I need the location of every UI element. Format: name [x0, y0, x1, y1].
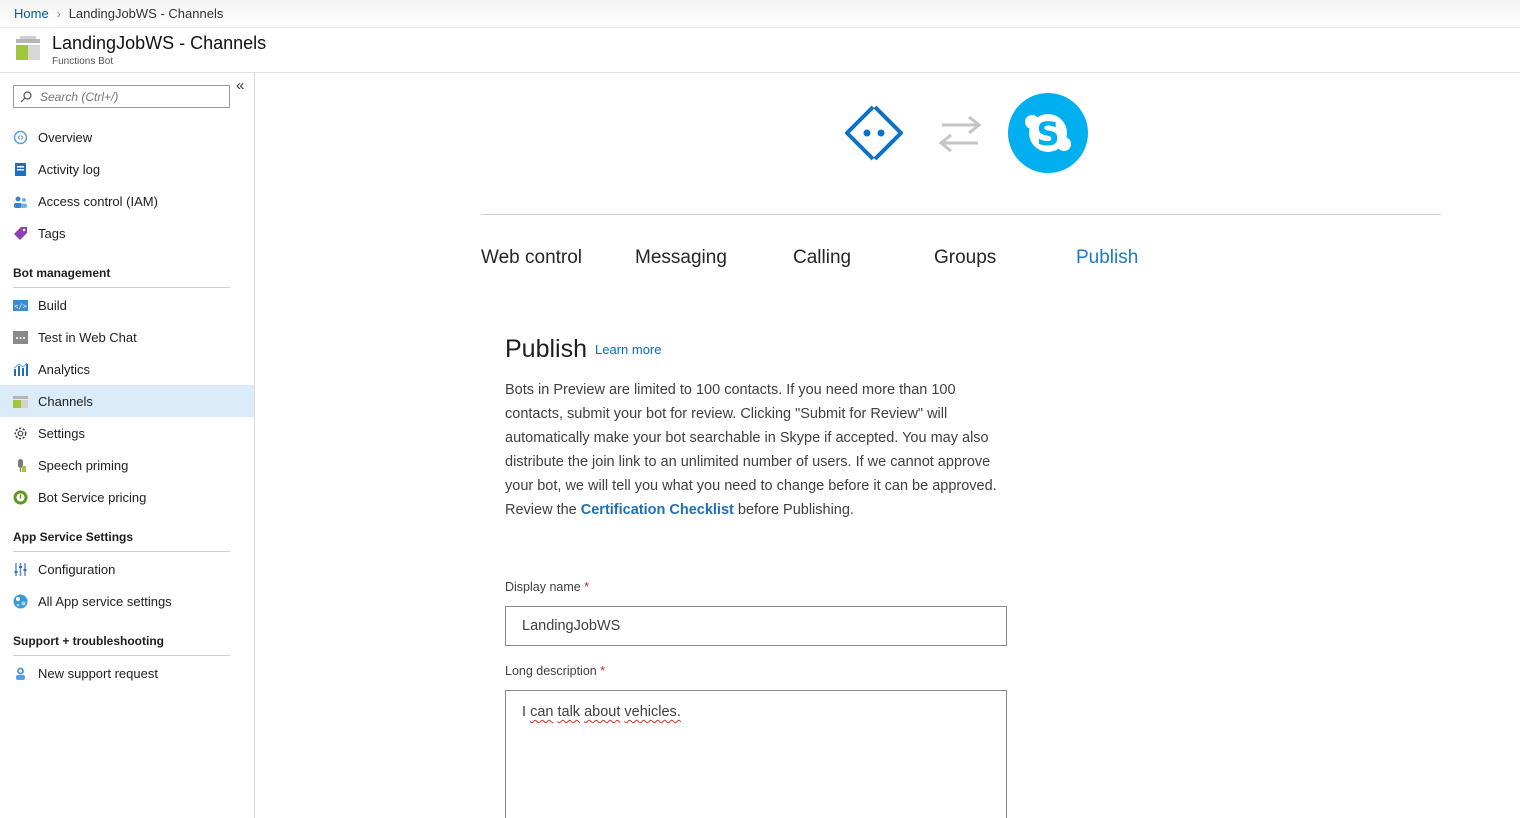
collapse-sidebar-button[interactable]: «: [236, 77, 244, 94]
sidebar-item-bot-service-pricing[interactable]: Bot Service pricing: [0, 481, 254, 513]
sidebar-item-label: Channels: [38, 393, 93, 409]
sidebar-item-channels[interactable]: Channels: [0, 385, 254, 417]
certification-checklist-link[interactable]: Certification Checklist: [581, 502, 734, 518]
sidebar-item-label: Overview: [38, 129, 93, 145]
webchat-icon: [13, 330, 28, 345]
sidebar-item-label: Configuration: [38, 561, 116, 577]
app-service-icon: [13, 594, 28, 609]
sidebar-item-label: Speech priming: [38, 457, 129, 473]
sidebar-item-analytics[interactable]: Analytics: [0, 353, 254, 385]
sidebar-item-label: Access control (IAM): [38, 193, 158, 209]
sidebar-item-label: Tags: [38, 225, 66, 241]
publish-description: Bots in Preview are limited to 100 conta…: [505, 378, 1015, 522]
long-description-word: about: [584, 704, 621, 720]
skype-icon: S: [1008, 93, 1088, 173]
search-icon: [20, 90, 32, 102]
sidebar-item-settings[interactable]: Settings: [0, 417, 254, 449]
tab-calling[interactable]: Calling: [793, 247, 851, 269]
section-support-troubleshooting: Support + troubleshooting: [13, 634, 230, 656]
breadcrumb-current: LandingJobWS - Channels: [68, 6, 224, 21]
header-divider: [481, 214, 1441, 215]
sidebar-item-label: New support request: [38, 665, 158, 681]
tab-publish[interactable]: Publish: [1076, 247, 1138, 269]
svg-text:S: S: [1036, 115, 1059, 153]
swap-arrows-icon: [938, 115, 982, 153]
description-text-end: before Publishing.: [733, 502, 854, 518]
section-bot-management: Bot management: [13, 266, 230, 288]
search-input[interactable]: [40, 89, 220, 104]
bot-resource-icon: [16, 36, 40, 60]
svg-text:</>: </>: [14, 302, 27, 310]
tab-messaging[interactable]: Messaging: [635, 247, 727, 269]
sidebar-item-speech-priming[interactable]: Speech priming: [0, 449, 254, 481]
display-name-input[interactable]: [505, 606, 1007, 646]
main-content: S Web control Messaging Calling Groups P…: [255, 73, 1520, 818]
page-subtitle: Functions Bot: [52, 56, 114, 67]
sidebar-item-label: Bot Service pricing: [38, 489, 147, 505]
build-icon: </>: [13, 298, 28, 313]
sidebar-item-configuration[interactable]: Configuration: [0, 553, 254, 585]
sidebar-item-build[interactable]: </> Build: [0, 289, 254, 321]
long-description-word: vehicles.: [624, 704, 681, 720]
channel-connection-graphic: S: [845, 93, 1088, 173]
learn-more-link[interactable]: Learn more: [595, 342, 661, 357]
iam-icon: [13, 194, 28, 209]
sidebar-item-label: All App service settings: [38, 593, 172, 609]
pricing-icon: [13, 490, 28, 505]
long-description-label: Long description *: [505, 664, 605, 678]
breadcrumb-home-link[interactable]: Home: [14, 6, 49, 21]
long-description-label-text: Long description: [505, 664, 597, 678]
publish-title: Publish: [505, 335, 587, 363]
tab-groups[interactable]: Groups: [934, 247, 996, 269]
required-marker: *: [584, 580, 590, 594]
tag-icon: [13, 226, 28, 241]
sidebar-item-label: Test in Web Chat: [38, 329, 137, 345]
breadcrumb: Home › LandingJobWS - Channels: [0, 0, 1520, 28]
required-marker: *: [600, 664, 606, 678]
sidebar-item-label: Build: [38, 297, 67, 313]
sidebar-search[interactable]: [13, 85, 230, 108]
page-title: LandingJobWS - Channels: [52, 33, 267, 53]
tab-web-control[interactable]: Web control: [481, 247, 582, 269]
channels-icon: [13, 394, 28, 409]
sidebar-item-all-app-service-settings[interactable]: All App service settings: [0, 585, 254, 617]
bot-code-icon: [845, 105, 903, 161]
sidebar: « Overview Activity log Access control (…: [0, 73, 255, 818]
section-app-service-settings: App Service Settings: [13, 530, 230, 552]
support-icon: [13, 666, 28, 681]
sidebar-item-test-in-web-chat[interactable]: Test in Web Chat: [0, 321, 254, 353]
microphone-icon: [13, 458, 28, 473]
sidebar-item-activity-log[interactable]: Activity log: [0, 153, 254, 185]
display-name-label-text: Display name: [505, 580, 581, 594]
long-description-word: can: [530, 704, 554, 720]
long-description-textarea[interactable]: I can talk about vehicles.: [505, 690, 1007, 818]
analytics-icon: [13, 362, 28, 377]
sidebar-item-new-support-request[interactable]: New support request: [0, 657, 254, 689]
sidebar-item-label: Settings: [38, 425, 85, 441]
chevron-right-icon: ›: [56, 6, 61, 21]
long-description-word: talk: [557, 704, 581, 720]
activity-log-icon: [13, 162, 28, 177]
gear-icon: [13, 426, 28, 441]
display-name-label: Display name *: [505, 580, 589, 594]
sidebar-item-access-control[interactable]: Access control (IAM): [0, 185, 254, 217]
publish-heading: Publish Learn more: [505, 335, 661, 364]
overview-icon: [13, 130, 28, 145]
resource-header: LandingJobWS - Channels Functions Bot: [0, 28, 1520, 73]
sidebar-item-overview[interactable]: Overview: [0, 121, 254, 153]
description-text: Bots in Preview are limited to 100 conta…: [505, 382, 997, 518]
sidebar-item-label: Analytics: [38, 361, 91, 377]
sidebar-item-label: Activity log: [38, 161, 101, 177]
long-description-word: I: [522, 704, 527, 720]
configuration-icon: [13, 562, 28, 577]
sidebar-item-tags[interactable]: Tags: [0, 217, 254, 249]
